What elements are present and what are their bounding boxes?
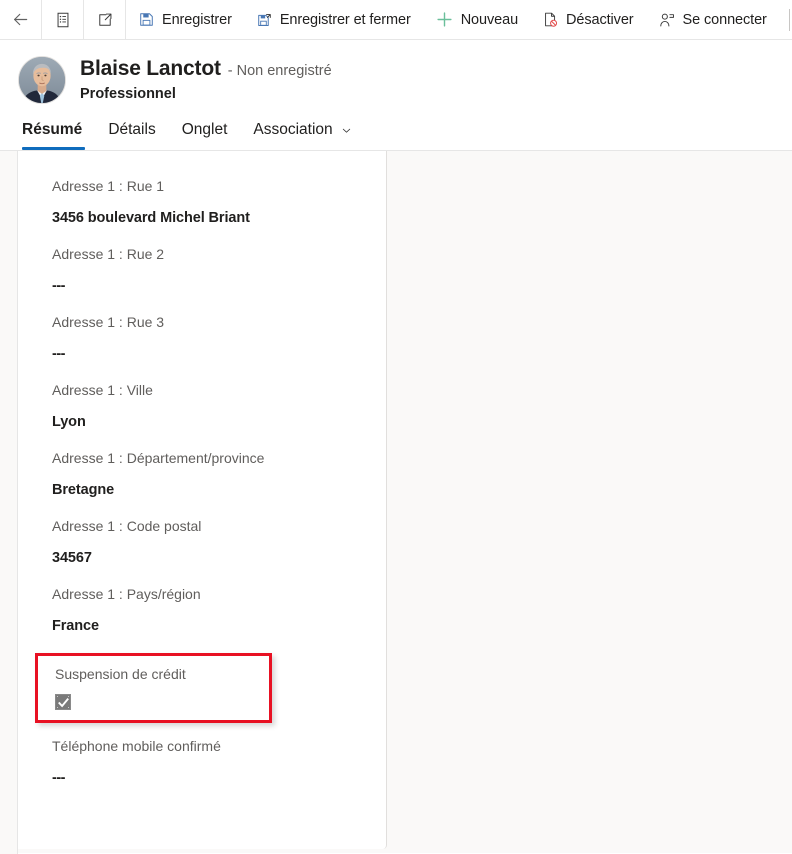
field-label: Téléphone mobile confirmé — [52, 738, 221, 754]
record-type-label: Professionnel — [80, 86, 176, 102]
tab-resume[interactable]: Résumé — [18, 110, 95, 150]
tab-association[interactable]: Association — [240, 110, 365, 150]
plus-icon — [435, 10, 454, 29]
form-canvas: Adresse 1 : Rue 1 3456 boulevard Michel … — [0, 150, 792, 854]
field-label: Adresse 1 : Rue 2 — [52, 246, 165, 262]
field-value[interactable]: 3456 boulevard Michel Briant — [52, 208, 386, 228]
connect-button-label: Se connecter — [682, 11, 767, 28]
deactivate-button[interactable]: Désactiver — [530, 0, 646, 39]
new-button-label: Nouveau — [460, 11, 519, 28]
form-left-rail — [0, 151, 18, 854]
deactivate-button-label: Désactiver — [566, 11, 634, 28]
tab-details[interactable]: Détails — [95, 110, 168, 150]
field-value[interactable]: 34567 — [52, 548, 386, 568]
command-bar-separator — [788, 8, 790, 31]
field-adresse-departement-province: Adresse 1 : Département/province Bretagn… — [52, 449, 386, 500]
suspension-de-credit-checkbox[interactable] — [55, 694, 71, 710]
field-value[interactable]: --- — [52, 276, 386, 296]
checkbox-corner — [68, 696, 69, 697]
form-list-icon — [54, 11, 72, 29]
deactivate-icon — [542, 11, 559, 28]
back-arrow-icon — [11, 10, 30, 29]
field-value[interactable]: Lyon — [52, 412, 386, 432]
field-label: Adresse 1 : Rue 1 — [52, 178, 165, 194]
chevron-down-icon — [340, 124, 353, 137]
checkbox-corner — [57, 696, 58, 697]
page-title: Blaise Lanctot — [80, 57, 221, 80]
field-value[interactable]: --- — [52, 344, 386, 364]
form-selector-button[interactable] — [42, 0, 84, 39]
tab-association-label: Association — [253, 121, 333, 138]
field-telephone-mobile-confirme: Téléphone mobile confirmé --- — [52, 737, 386, 788]
field-list: Adresse 1 : Rue 1 3456 boulevard Michel … — [18, 151, 386, 788]
field-adresse-pays-region: Adresse 1 : Pays/région France — [52, 585, 386, 636]
save-and-close-button[interactable]: Enregistrer et fermer — [244, 0, 423, 39]
field-label: Adresse 1 : Ville — [52, 382, 153, 398]
field-label: Suspension de crédit — [55, 666, 186, 682]
connect-icon — [658, 11, 676, 29]
tab-details-label: Détails — [108, 121, 156, 138]
field-adresse-rue-1: Adresse 1 : Rue 1 3456 boulevard Michel … — [52, 177, 386, 228]
open-popout-button[interactable] — [84, 0, 126, 39]
save-icon — [138, 11, 155, 28]
field-label: Adresse 1 : Code postal — [52, 518, 202, 534]
connect-button[interactable]: Se connecter — [646, 0, 779, 39]
field-label: Adresse 1 : Rue 3 — [52, 314, 165, 330]
field-adresse-code-postal: Adresse 1 : Code postal 34567 — [52, 517, 386, 568]
command-bar: Enregistrer Enregistrer et fermer Nouvea… — [0, 0, 792, 40]
record-identity: Blaise Lanctot - Non enregistré Professi… — [18, 56, 332, 104]
record-name-block: Blaise Lanctot - Non enregistré Professi… — [80, 56, 332, 102]
field-value[interactable]: --- — [52, 768, 386, 788]
popout-icon — [96, 11, 114, 29]
field-label: Adresse 1 : Pays/région — [52, 586, 201, 602]
new-button[interactable]: Nouveau — [423, 0, 530, 39]
checkbox-corner — [57, 707, 58, 708]
form-card: Adresse 1 : Rue 1 3456 boulevard Michel … — [18, 151, 387, 849]
avatar — [18, 56, 66, 104]
checkbox-corner — [68, 707, 69, 708]
field-suspension-de-credit: Suspension de crédit — [35, 653, 272, 723]
field-adresse-rue-3: Adresse 1 : Rue 3 --- — [52, 313, 386, 364]
save-and-close-button-label: Enregistrer et fermer — [279, 11, 411, 28]
field-adresse-ville: Adresse 1 : Ville Lyon — [52, 381, 386, 432]
field-value[interactable]: France — [52, 616, 386, 636]
field-value[interactable]: Bretagne — [52, 480, 386, 500]
back-button[interactable] — [0, 0, 42, 39]
record-unsaved-state: - Non enregistré — [227, 63, 332, 79]
save-button[interactable]: Enregistrer — [126, 0, 244, 39]
save-and-close-icon — [256, 11, 273, 28]
tabstrip: Résumé Détails Onglet Association — [18, 110, 366, 150]
tab-onglet[interactable]: Onglet — [169, 110, 241, 150]
tab-resume-label: Résumé — [22, 121, 83, 138]
save-button-label: Enregistrer — [162, 11, 232, 28]
field-adresse-rue-2: Adresse 1 : Rue 2 --- — [52, 245, 386, 296]
field-label: Adresse 1 : Département/province — [52, 450, 265, 466]
tab-onglet-label: Onglet — [181, 121, 228, 138]
